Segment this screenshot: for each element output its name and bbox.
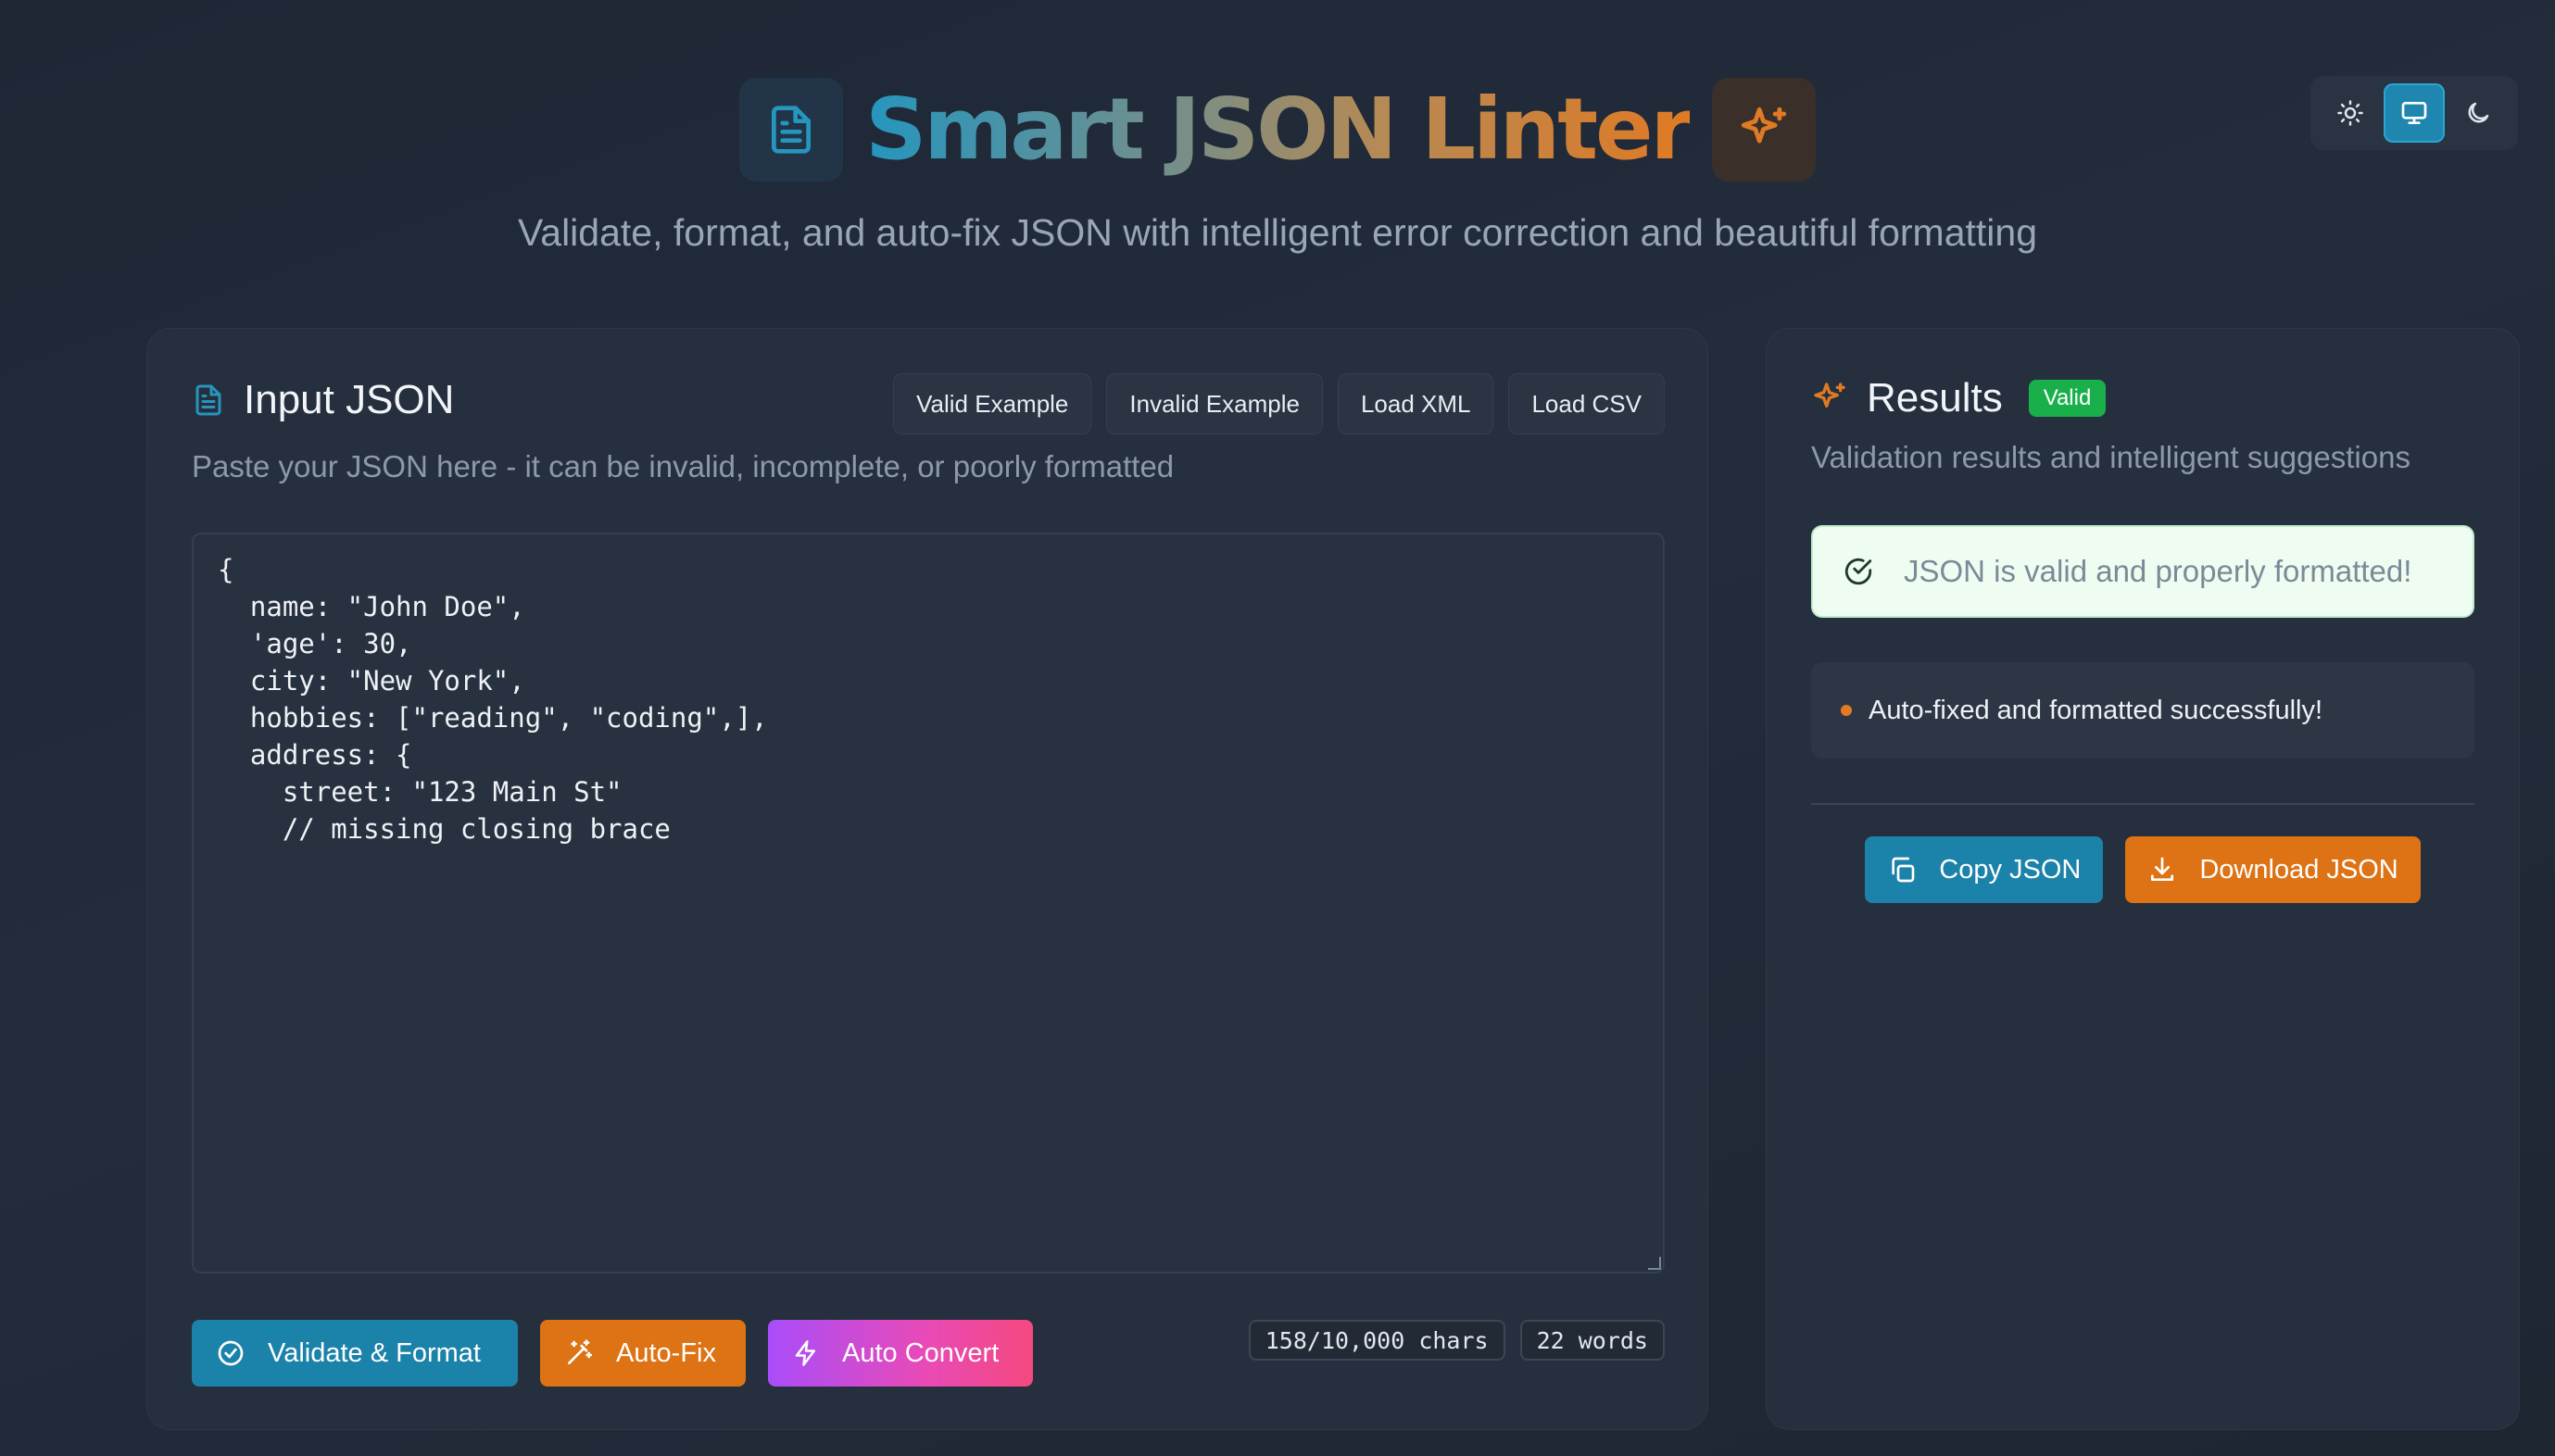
download-icon	[2151, 857, 2174, 881]
char-count: 158/10,000 chars	[1248, 1320, 1505, 1361]
results-card: Results Valid Validation results and int…	[1766, 328, 2520, 1430]
validate-format-button[interactable]: Validate & Format	[192, 1320, 518, 1387]
page-header: Smart JSON Linter	[0, 74, 2555, 185]
page-title: Smart JSON Linter	[865, 74, 1693, 185]
copy-json-label: Copy JSON	[1939, 854, 2082, 885]
input-actions: Validate & Format Auto-Fix Auto Convert	[192, 1320, 1033, 1387]
valid-status-text: JSON is valid and properly formatted!	[1904, 554, 2412, 588]
auto-fix-label: Auto-Fix	[616, 1337, 716, 1368]
magic-wand-icon	[568, 1339, 592, 1364]
input-card-title: Input JSON	[192, 377, 454, 423]
copy-json-button[interactable]: Copy JSON	[1865, 836, 2104, 903]
input-card-description: Paste your JSON here - it can be invalid…	[192, 449, 1175, 483]
invalid-example-button[interactable]: Invalid Example	[1106, 373, 1323, 434]
download-json-label: Download JSON	[2199, 854, 2398, 885]
auto-fix-button[interactable]: Auto-Fix	[540, 1320, 746, 1387]
title-logo	[739, 78, 844, 182]
sparkles-icon	[1814, 383, 1845, 408]
title-sparkle	[1711, 78, 1816, 182]
check-circle-icon	[1844, 558, 1872, 585]
results-card-description: Validation results and intelligent sugge…	[1811, 440, 2410, 474]
page-subtitle: Validate, format, and auto-fix JSON with…	[517, 211, 2038, 254]
file-text-icon	[772, 106, 812, 154]
divider	[1811, 803, 2474, 805]
input-card-title-text: Input JSON	[244, 377, 455, 422]
input-counters: 158/10,000 chars 22 words	[1248, 1320, 1665, 1361]
lightning-icon	[795, 1340, 815, 1366]
results-card-title-text: Results	[1867, 375, 2003, 420]
result-message-text: Auto-fixed and formatted successfully!	[1869, 695, 2323, 725]
file-text-icon	[195, 384, 221, 416]
copy-icon	[1892, 857, 1915, 883]
result-message: Auto-fixed and formatted successfully!	[1811, 662, 2474, 759]
load-xml-button[interactable]: Load XML	[1337, 373, 1494, 434]
example-buttons: Valid Example Invalid Example Load XML L…	[893, 373, 1665, 434]
status-badge: Valid	[2028, 380, 2107, 417]
auto-convert-label: Auto Convert	[842, 1337, 1000, 1368]
download-json-button[interactable]: Download JSON	[2125, 836, 2421, 903]
sparkles-icon	[1741, 107, 1787, 144]
validate-format-label: Validate & Format	[268, 1337, 481, 1368]
valid-status-message: JSON is valid and properly formatted!	[1811, 525, 2474, 618]
load-csv-button[interactable]: Load CSV	[1508, 373, 1665, 434]
check-circle-icon	[218, 1340, 244, 1366]
result-actions: Copy JSON Download JSON	[1767, 836, 2519, 903]
valid-example-button[interactable]: Valid Example	[893, 373, 1092, 434]
results-card-title: Results Valid	[1811, 375, 2107, 421]
bullet-dot	[1841, 705, 1852, 716]
json-input-textarea[interactable]: { name: "John Doe", 'age': 30, city: "Ne…	[192, 533, 1665, 1274]
input-card: Input JSON Paste your JSON here - it can…	[146, 328, 1708, 1430]
word-count: 22 words	[1519, 1320, 1665, 1361]
auto-convert-button[interactable]: Auto Convert	[768, 1320, 1033, 1387]
